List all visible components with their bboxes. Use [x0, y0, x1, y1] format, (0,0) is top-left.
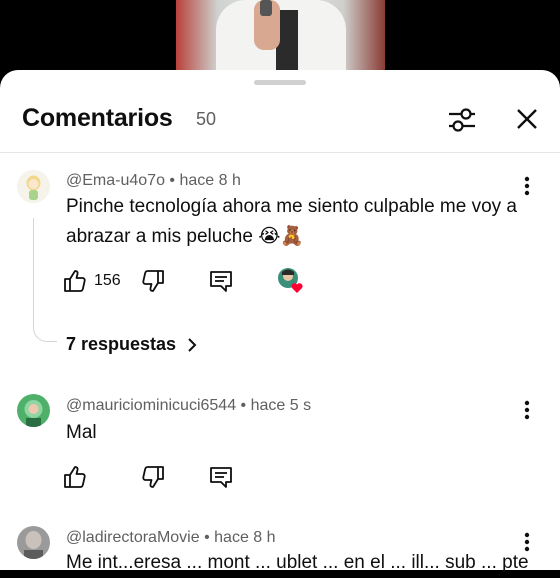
comment-actions: 156 — [62, 266, 362, 296]
comments-header: Comentarios 50 — [0, 98, 560, 142]
comment-text: Pinche tecnología ahora me siento culpab… — [66, 196, 517, 247]
replies-toggle[interactable]: 7 respuestas — [66, 334, 202, 355]
comment-time: hace 5 s — [250, 397, 312, 414]
avatar[interactable] — [17, 526, 50, 559]
dislike-icon — [142, 466, 164, 488]
avatar[interactable] — [17, 394, 50, 427]
like-button[interactable]: 156 — [62, 266, 121, 296]
like-count: 156 — [94, 272, 121, 289]
reply-icon — [210, 467, 232, 488]
video-thumbnail — [176, 0, 385, 80]
thread-line — [33, 218, 57, 342]
header-divider — [0, 152, 560, 153]
comment-author[interactable]: @ladirectoraMovie — [66, 529, 200, 546]
like-icon — [64, 466, 86, 488]
chevron-right-icon — [188, 337, 197, 352]
comment-text: Mal — [66, 422, 97, 443]
close-button[interactable] — [510, 102, 546, 138]
comment-actions — [62, 462, 362, 492]
reply-icon — [210, 271, 232, 292]
creator-heart — [276, 266, 306, 296]
comments-count: 50 — [196, 109, 217, 129]
comments-title: Comentarios — [22, 104, 173, 132]
comment-author[interactable]: @Ema-u4o7o — [66, 172, 165, 189]
avatar[interactable] — [17, 170, 50, 203]
drag-handle[interactable] — [254, 80, 306, 85]
comment-meta: @ladirectoraMovie • hace 8 h — [66, 529, 276, 547]
filter-button[interactable] — [444, 102, 480, 138]
dislike-icon — [142, 270, 164, 292]
meta-separator: • — [169, 172, 176, 189]
replies-label: 7 respuestas — [66, 334, 177, 354]
dislike-button[interactable] — [140, 462, 166, 492]
creator-heart-icon — [278, 268, 303, 293]
dislike-button[interactable] — [140, 266, 166, 296]
filter-icon — [449, 108, 475, 132]
meta-separator: • — [204, 529, 210, 546]
reply-button[interactable] — [208, 462, 234, 492]
comment-time: hace 8 h — [179, 172, 241, 189]
comment-meta: @Ema-u4o7o • hace 8 h — [66, 172, 241, 190]
comment-meta: @mauriciominicuci6544 • hace 5 s — [66, 397, 311, 415]
meta-separator: • — [240, 397, 247, 414]
comment-text: Me int...eresa ... mont ... ublet ... en… — [66, 552, 529, 573]
reply-button[interactable] — [208, 266, 234, 296]
like-icon — [64, 270, 86, 292]
comment-time: hace 8 h — [214, 529, 276, 546]
comment-author[interactable]: @mauriciominicuci6544 — [66, 397, 236, 414]
close-icon — [517, 109, 537, 129]
video-player-area[interactable] — [0, 0, 560, 80]
comments-sheet: Comentarios 50 @Ema-u4o7o • hace 8 h Pin… — [0, 70, 560, 573]
like-button[interactable] — [62, 462, 88, 492]
